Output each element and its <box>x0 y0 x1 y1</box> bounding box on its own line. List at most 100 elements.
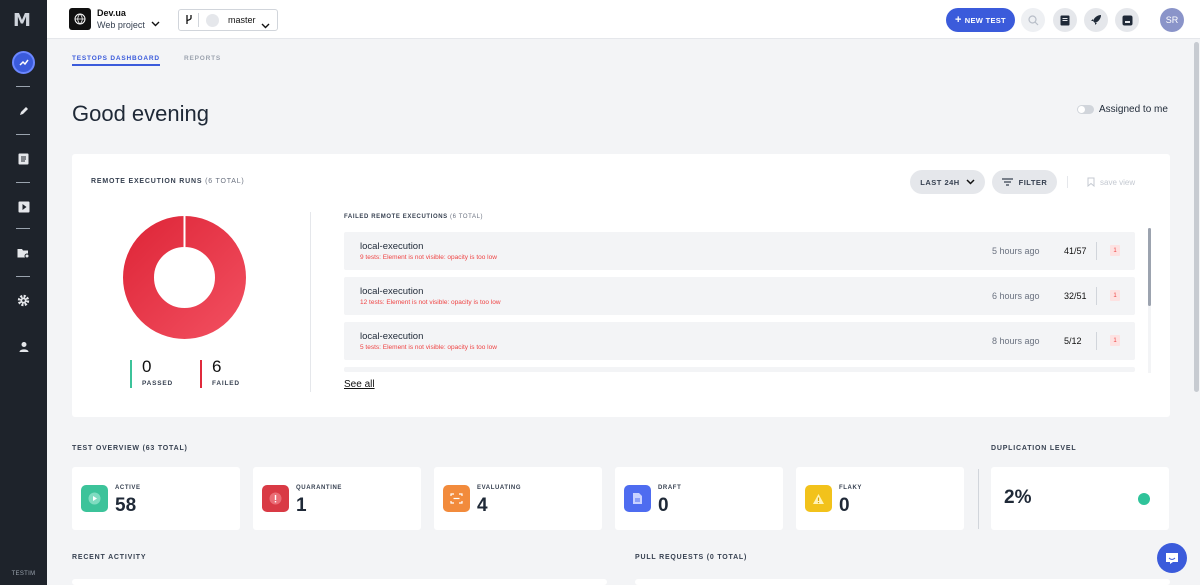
time-range-label: LAST 24H <box>920 177 960 187</box>
remote-runs-title: REMOTE EXECUTION RUNS (6 TOTAL) <box>91 178 245 185</box>
pull-requests-title: PULL REQUESTS (0 TOTAL) <box>635 554 748 561</box>
rocket-icon <box>1091 15 1101 25</box>
execution-error: 9 tests: Element is not visible: opacity… <box>360 254 497 261</box>
plus-icon: + <box>955 13 962 26</box>
execution-time: 8 hours ago <box>992 336 1040 346</box>
time-range-dropdown[interactable]: LAST 24H <box>910 170 985 194</box>
sidebar-divider <box>16 134 30 135</box>
assigned-to-me-label: Assigned to me <box>1099 104 1168 115</box>
branch-avatar-icon <box>206 14 219 27</box>
play-icon[interactable] <box>12 195 35 218</box>
new-test-button[interactable]: + NEW TEST <box>946 8 1015 32</box>
failed-indicator <box>200 360 202 388</box>
execution-time: 6 hours ago <box>992 291 1040 301</box>
sidebar-footer: TESTIM <box>11 571 36 577</box>
search-icon <box>1027 14 1038 25</box>
save-view-label: save view <box>1100 177 1136 187</box>
page-scrollbar[interactable] <box>1194 42 1199 392</box>
folder-settings-icon[interactable] <box>12 241 35 264</box>
play-icon <box>81 485 108 512</box>
sidebar-divider <box>16 276 30 277</box>
overview-label: QUARANTINE <box>296 485 342 491</box>
bot-icon <box>1122 15 1132 25</box>
duplication-value: 2% <box>1004 487 1032 508</box>
remote-execution-card: REMOTE EXECUTION RUNS (6 TOTAL) LAST 24H… <box>72 154 1170 417</box>
overview-value: 1 <box>296 495 307 516</box>
testim-logo[interactable]: M <box>13 10 33 31</box>
overview-card-flaky[interactable]: FLAKY 0 <box>796 467 964 530</box>
globe-icon[interactable] <box>69 8 91 30</box>
list-scrollbar-thumb[interactable] <box>1148 228 1151 306</box>
failed-executions-count: (6 TOTAL) <box>450 214 484 220</box>
assigned-to-me-toggle[interactable] <box>1077 105 1094 114</box>
see-all-link[interactable]: See all <box>344 379 375 390</box>
overview-value: 58 <box>115 495 137 516</box>
execution-time: 5 hours ago <box>992 246 1040 256</box>
card-divider <box>310 212 311 392</box>
row-divider <box>1096 287 1097 305</box>
sidebar: M TESTIM <box>0 0 47 585</box>
failure-badge: 1 <box>1110 335 1120 346</box>
whats-new-button[interactable] <box>1084 8 1108 32</box>
overview-label: FLAKY <box>839 485 862 491</box>
overview-label: ACTIVE <box>115 485 141 491</box>
passed-label: PASSED <box>142 380 174 387</box>
duplication-level-title: DUPLICATION LEVEL <box>991 445 1077 452</box>
project-type[interactable]: Web project <box>97 20 145 30</box>
project-name[interactable]: Dev.ua <box>97 8 126 18</box>
failed-executions-heading: FAILED REMOTE EXECUTIONS <box>344 214 448 220</box>
failure-badge: 1 <box>1110 245 1120 256</box>
overview-card-quarantine[interactable]: QUARANTINE 1 <box>253 467 421 530</box>
tab-testops-dashboard[interactable]: TESTOPS DASHBOARD <box>72 55 160 62</box>
sidebar-divider <box>16 228 30 229</box>
top-bar: Dev.ua Web project master + NEW TEST SR <box>47 0 1200 39</box>
chat-icon <box>1166 552 1178 564</box>
row-divider <box>1096 242 1097 260</box>
dashboard-icon[interactable] <box>12 51 35 74</box>
branch-selector[interactable]: master <box>178 9 278 31</box>
execution-row-partial[interactable] <box>344 367 1135 372</box>
sidebar-divider <box>16 182 30 183</box>
execution-error: 5 tests: Element is not visible: opacity… <box>360 344 497 351</box>
overview-card-active[interactable]: ACTIVE 58 <box>72 467 240 530</box>
chevron-down-icon <box>966 179 975 185</box>
overview-divider <box>978 469 979 529</box>
tab-reports[interactable]: REPORTS <box>184 55 221 62</box>
gear-icon[interactable] <box>12 289 35 312</box>
alert-icon <box>262 485 289 512</box>
passed-indicator <box>130 360 132 388</box>
test-overview-title: TEST OVERVIEW (63 TOTAL) <box>72 445 188 452</box>
overview-card-evaluating[interactable]: EVALUATING 4 <box>434 467 602 530</box>
list-icon[interactable] <box>12 147 35 170</box>
avatar[interactable]: SR <box>1160 8 1184 32</box>
branch-icon <box>185 14 193 27</box>
search-button[interactable] <box>1021 8 1045 32</box>
execution-error: 12 tests: Element is not visible: opacit… <box>360 299 501 306</box>
save-view-button[interactable]: save view <box>1087 177 1135 187</box>
docs-button[interactable] <box>1053 8 1077 32</box>
bookmark-icon <box>1087 177 1095 187</box>
filter-icon <box>1001 178 1013 186</box>
execution-row[interactable]: local-execution 12 tests: Element is not… <box>344 277 1135 315</box>
help-button[interactable] <box>1115 8 1139 32</box>
chevron-down-icon <box>261 16 270 34</box>
user-icon[interactable] <box>12 335 35 358</box>
pencil-icon[interactable] <box>12 99 35 122</box>
execution-name: local-execution <box>360 241 424 252</box>
document-icon <box>624 485 651 512</box>
duplication-status-dot <box>1138 493 1150 505</box>
execution-row[interactable]: local-execution 5 tests: Element is not … <box>344 322 1135 360</box>
warning-icon <box>805 485 832 512</box>
failure-badge: 1 <box>1110 290 1120 301</box>
execution-row[interactable]: local-execution 9 tests: Element is not … <box>344 232 1135 270</box>
overview-card-draft[interactable]: DRAFT 0 <box>615 467 783 530</box>
overview-label: EVALUATING <box>477 485 522 491</box>
book-icon <box>1060 15 1070 25</box>
filter-label: FILTER <box>1018 177 1048 187</box>
chat-button[interactable] <box>1157 543 1187 573</box>
row-divider <box>1096 332 1097 350</box>
chevron-down-icon[interactable] <box>151 14 160 32</box>
filter-button[interactable]: FILTER <box>992 170 1057 194</box>
overview-value: 0 <box>658 495 669 516</box>
execution-name: local-execution <box>360 286 424 297</box>
